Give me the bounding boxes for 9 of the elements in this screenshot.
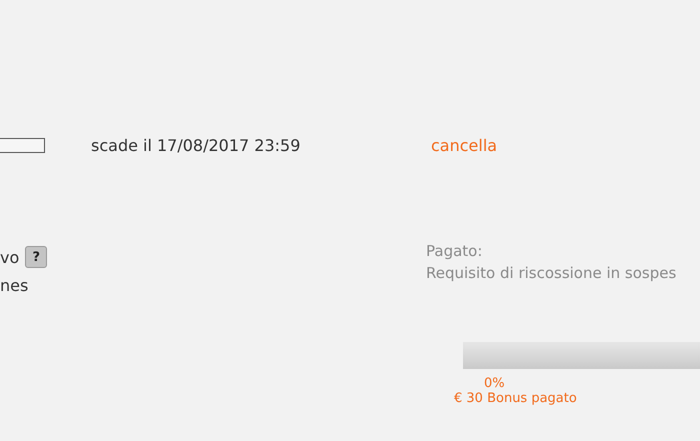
payment-status: Requisito di riscossione in sospes [426, 264, 676, 282]
progress-percent: 0% [484, 377, 506, 391]
input-field[interactable] [0, 138, 45, 152]
paid-label: Pagato: [426, 242, 484, 260]
label-text: nes [0, 276, 28, 294]
expiry-date: scade il 17/08/2017 23:59 [91, 136, 300, 154]
help-button[interactable]: ? [25, 246, 48, 268]
label-text: vo [0, 248, 20, 266]
bonus-caption: € 30 Bonus pagato [454, 391, 578, 407]
